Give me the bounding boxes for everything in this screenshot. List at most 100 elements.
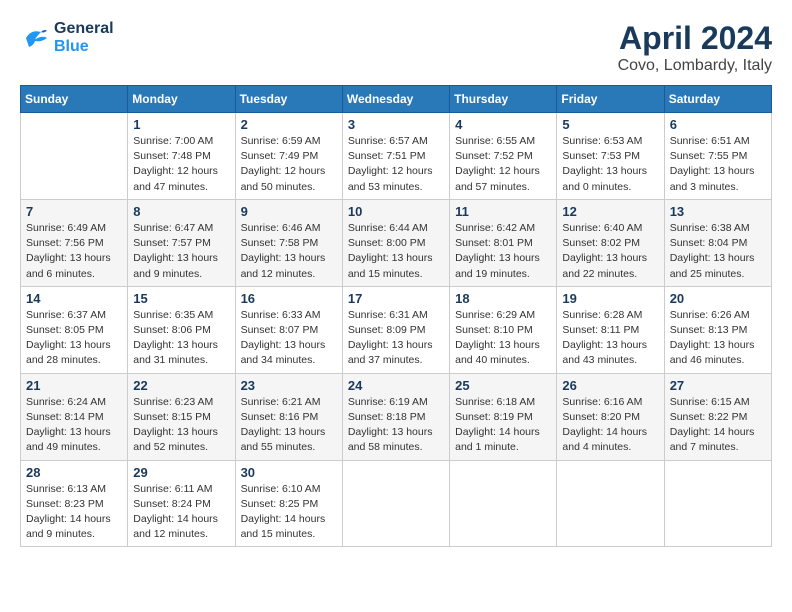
calendar-cell: 27Sunrise: 6:15 AM Sunset: 8:22 PM Dayli… bbox=[664, 373, 771, 460]
day-number: 21 bbox=[26, 378, 122, 393]
day-info: Sunrise: 6:28 AM Sunset: 8:11 PM Dayligh… bbox=[562, 308, 658, 369]
day-info: Sunrise: 6:19 AM Sunset: 8:18 PM Dayligh… bbox=[348, 395, 444, 456]
calendar-cell: 11 Sunrise: 6:42 AM Sunset: 8:01 PM Dayli… bbox=[450, 199, 557, 286]
day-info: Sunrise: 6:44 AM Sunset: 8:00 PM Dayligh… bbox=[348, 221, 444, 282]
calendar-cell: 20 Sunrise: 6:26 AM Sunset: 8:13 PM Dayli… bbox=[664, 286, 771, 373]
calendar-cell: 7 Sunrise: 6:49 AM Sunset: 7:56 PM Daylig… bbox=[21, 199, 128, 286]
day-info: Sunrise: 6:53 AM Sunset: 7:53 PM Dayligh… bbox=[562, 134, 658, 195]
calendar-cell: 3Sunrise: 6:57 AM Sunset: 7:51 PM Daylig… bbox=[342, 113, 449, 200]
day-number: 7 bbox=[26, 204, 122, 219]
calendar-cell: 18 Sunrise: 6:29 AM Sunset: 8:10 PM Dayli… bbox=[450, 286, 557, 373]
day-info: Sunrise: 6:13 AM Sunset: 8:23 PM Dayligh… bbox=[26, 482, 122, 543]
calendar-cell: 12 Sunrise: 6:40 AM Sunset: 8:02 PM Dayli… bbox=[557, 199, 664, 286]
day-number: 18 bbox=[455, 291, 551, 306]
calendar-week: 7 Sunrise: 6:49 AM Sunset: 7:56 PM Daylig… bbox=[21, 199, 772, 286]
day-info: Sunrise: 6:31 AM Sunset: 8:09 PM Dayligh… bbox=[348, 308, 444, 369]
day-number: 12 bbox=[562, 204, 658, 219]
day-number: 14 bbox=[26, 291, 122, 306]
day-number: 2 bbox=[241, 117, 337, 132]
day-number: 15 bbox=[133, 291, 229, 306]
logo: General Blue bbox=[20, 20, 114, 56]
calendar-table: SundayMondayTuesdayWednesdayThursdayFrid… bbox=[20, 85, 772, 547]
logo-text: General Blue bbox=[54, 20, 114, 56]
page-header: General Blue April 2024 Covo, Lombardy, … bbox=[20, 20, 772, 75]
title-block: April 2024 Covo, Lombardy, Italy bbox=[618, 20, 772, 75]
day-number: 29 bbox=[133, 465, 229, 480]
day-info: Sunrise: 6:33 AM Sunset: 8:07 PM Dayligh… bbox=[241, 308, 337, 369]
day-info: Sunrise: 6:24 AM Sunset: 8:14 PM Dayligh… bbox=[26, 395, 122, 456]
day-info: Sunrise: 6:57 AM Sunset: 7:51 PM Dayligh… bbox=[348, 134, 444, 195]
day-info: Sunrise: 6:42 AM Sunset: 8:01 PM Dayligh… bbox=[455, 221, 551, 282]
day-number: 23 bbox=[241, 378, 337, 393]
logo-icon bbox=[20, 23, 50, 53]
day-number: 9 bbox=[241, 204, 337, 219]
day-number: 22 bbox=[133, 378, 229, 393]
calendar-cell: 5 Sunrise: 6:53 AM Sunset: 7:53 PM Daylig… bbox=[557, 113, 664, 200]
weekday-header: Sunday bbox=[21, 86, 128, 113]
day-info: Sunrise: 6:29 AM Sunset: 8:10 PM Dayligh… bbox=[455, 308, 551, 369]
page-title: April 2024 bbox=[618, 20, 772, 57]
day-number: 28 bbox=[26, 465, 122, 480]
calendar-week: 21 Sunrise: 6:24 AM Sunset: 8:14 PM Dayli… bbox=[21, 373, 772, 460]
day-number: 17 bbox=[348, 291, 444, 306]
day-number: 1 bbox=[133, 117, 229, 132]
weekday-header: Wednesday bbox=[342, 86, 449, 113]
calendar-cell: 13Sunrise: 6:38 AM Sunset: 8:04 PM Dayli… bbox=[664, 199, 771, 286]
day-number: 19 bbox=[562, 291, 658, 306]
day-number: 6 bbox=[670, 117, 766, 132]
day-info: Sunrise: 6:21 AM Sunset: 8:16 PM Dayligh… bbox=[241, 395, 337, 456]
calendar-cell: 9 Sunrise: 6:46 AM Sunset: 7:58 PM Daylig… bbox=[235, 199, 342, 286]
calendar-cell: 30 Sunrise: 6:10 AM Sunset: 8:25 PM Dayli… bbox=[235, 460, 342, 547]
day-info: Sunrise: 6:26 AM Sunset: 8:13 PM Dayligh… bbox=[670, 308, 766, 369]
weekday-header: Monday bbox=[128, 86, 235, 113]
day-info: Sunrise: 6:37 AM Sunset: 8:05 PM Dayligh… bbox=[26, 308, 122, 369]
weekday-header: Friday bbox=[557, 86, 664, 113]
day-info: Sunrise: 6:23 AM Sunset: 8:15 PM Dayligh… bbox=[133, 395, 229, 456]
calendar-cell bbox=[664, 460, 771, 547]
calendar-cell: 15Sunrise: 6:35 AM Sunset: 8:06 PM Dayli… bbox=[128, 286, 235, 373]
calendar-cell: 2 Sunrise: 6:59 AM Sunset: 7:49 PM Daylig… bbox=[235, 113, 342, 200]
day-number: 11 bbox=[455, 204, 551, 219]
calendar-week: 28 Sunrise: 6:13 AM Sunset: 8:23 PM Dayli… bbox=[21, 460, 772, 547]
day-info: Sunrise: 6:40 AM Sunset: 8:02 PM Dayligh… bbox=[562, 221, 658, 282]
page-subtitle: Covo, Lombardy, Italy bbox=[618, 57, 772, 75]
day-number: 30 bbox=[241, 465, 337, 480]
calendar-cell: 14 Sunrise: 6:37 AM Sunset: 8:05 PM Dayli… bbox=[21, 286, 128, 373]
calendar-cell: 6Sunrise: 6:51 AM Sunset: 7:55 PM Daylig… bbox=[664, 113, 771, 200]
calendar-cell: 25 Sunrise: 6:18 AM Sunset: 8:19 PM Dayli… bbox=[450, 373, 557, 460]
calendar-cell: 17 Sunrise: 6:31 AM Sunset: 8:09 PM Dayli… bbox=[342, 286, 449, 373]
day-number: 4 bbox=[455, 117, 551, 132]
day-info: Sunrise: 6:46 AM Sunset: 7:58 PM Dayligh… bbox=[241, 221, 337, 282]
day-info: Sunrise: 6:59 AM Sunset: 7:49 PM Dayligh… bbox=[241, 134, 337, 195]
calendar-cell: 24 Sunrise: 6:19 AM Sunset: 8:18 PM Dayli… bbox=[342, 373, 449, 460]
calendar-cell bbox=[557, 460, 664, 547]
day-info: Sunrise: 7:00 AM Sunset: 7:48 PM Dayligh… bbox=[133, 134, 229, 195]
day-number: 27 bbox=[670, 378, 766, 393]
day-info: Sunrise: 6:49 AM Sunset: 7:56 PM Dayligh… bbox=[26, 221, 122, 282]
calendar-cell: 16Sunrise: 6:33 AM Sunset: 8:07 PM Dayli… bbox=[235, 286, 342, 373]
calendar-cell bbox=[342, 460, 449, 547]
calendar-cell: 19 Sunrise: 6:28 AM Sunset: 8:11 PM Dayli… bbox=[557, 286, 664, 373]
calendar-cell: 26Sunrise: 6:16 AM Sunset: 8:20 PM Dayli… bbox=[557, 373, 664, 460]
weekday-header: Tuesday bbox=[235, 86, 342, 113]
day-info: Sunrise: 6:18 AM Sunset: 8:19 PM Dayligh… bbox=[455, 395, 551, 456]
day-number: 24 bbox=[348, 378, 444, 393]
calendar-cell: 22 Sunrise: 6:23 AM Sunset: 8:15 PM Dayli… bbox=[128, 373, 235, 460]
weekday-header: Thursday bbox=[450, 86, 557, 113]
day-number: 13 bbox=[670, 204, 766, 219]
calendar-cell: 1 Sunrise: 7:00 AM Sunset: 7:48 PM Daylig… bbox=[128, 113, 235, 200]
calendar-cell: 8Sunrise: 6:47 AM Sunset: 7:57 PM Daylig… bbox=[128, 199, 235, 286]
calendar-cell: 23 Sunrise: 6:21 AM Sunset: 8:16 PM Dayli… bbox=[235, 373, 342, 460]
day-info: Sunrise: 6:10 AM Sunset: 8:25 PM Dayligh… bbox=[241, 482, 337, 543]
day-number: 20 bbox=[670, 291, 766, 306]
calendar-cell: 29 Sunrise: 6:11 AM Sunset: 8:24 PM Dayli… bbox=[128, 460, 235, 547]
calendar-cell: 4 Sunrise: 6:55 AM Sunset: 7:52 PM Daylig… bbox=[450, 113, 557, 200]
calendar-header: SundayMondayTuesdayWednesdayThursdayFrid… bbox=[21, 86, 772, 113]
day-info: Sunrise: 6:55 AM Sunset: 7:52 PM Dayligh… bbox=[455, 134, 551, 195]
calendar-body: 1 Sunrise: 7:00 AM Sunset: 7:48 PM Daylig… bbox=[21, 113, 772, 547]
day-number: 10 bbox=[348, 204, 444, 219]
day-info: Sunrise: 6:11 AM Sunset: 8:24 PM Dayligh… bbox=[133, 482, 229, 543]
day-number: 25 bbox=[455, 378, 551, 393]
day-number: 5 bbox=[562, 117, 658, 132]
weekday-header: Saturday bbox=[664, 86, 771, 113]
